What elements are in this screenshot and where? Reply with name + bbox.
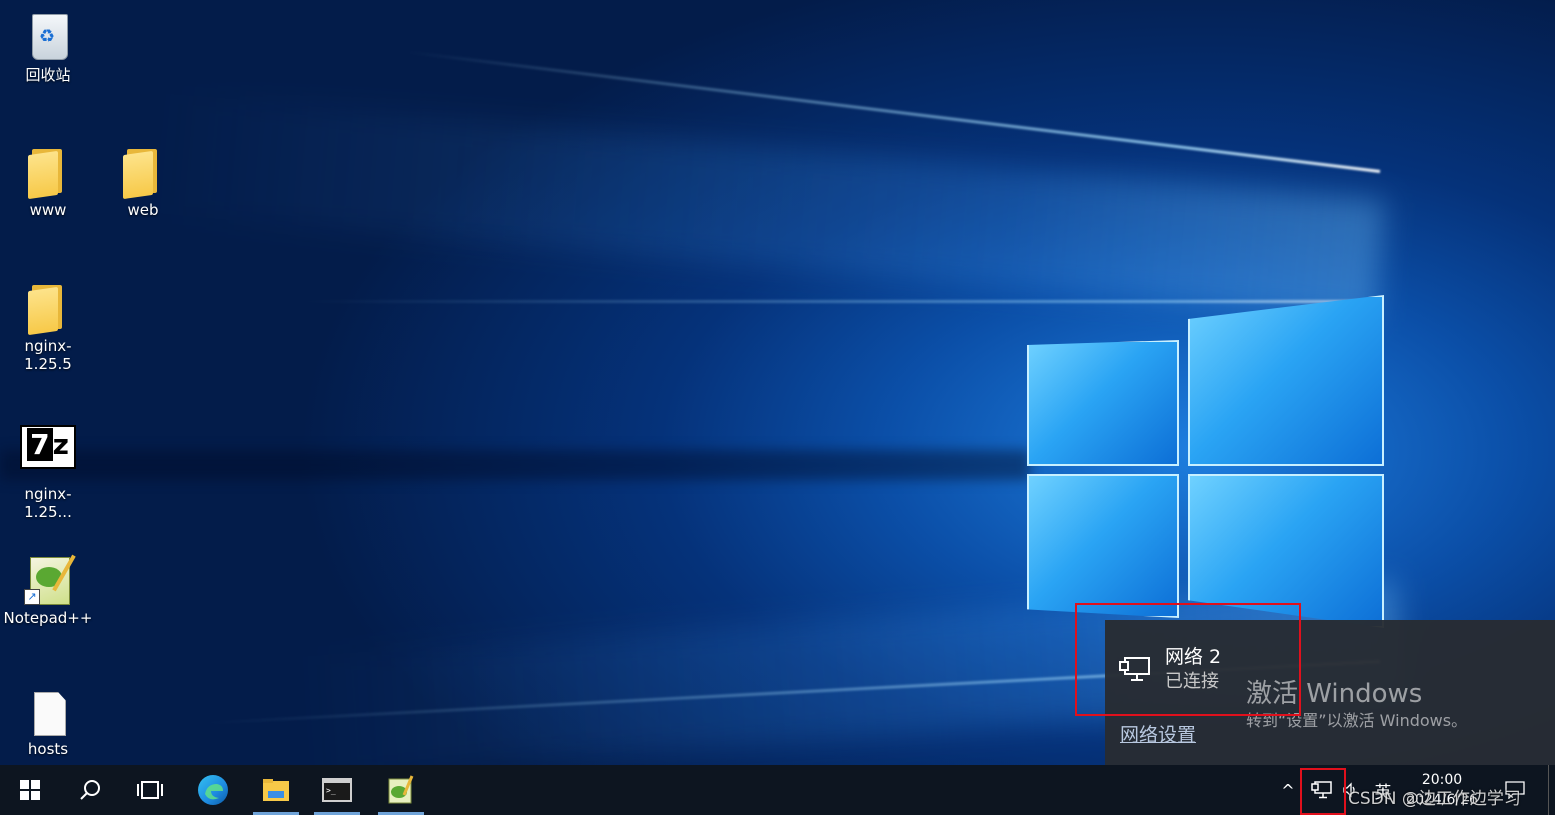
network-settings-link[interactable]: 网络设置	[1120, 720, 1196, 747]
recycle-bin-icon: ♻	[24, 8, 72, 60]
desktop-icon-nginx-folder[interactable]: nginx-1.25.5	[1, 281, 95, 373]
csdn-watermark: CSDN @边工作边学习	[1348, 789, 1521, 809]
file-icon	[24, 690, 72, 742]
notepad-plus-plus-shortcut-icon: ↗	[24, 553, 76, 605]
desktop-icon-label: Notepad++	[3, 609, 93, 627]
desktop-icon-label: 回收站	[25, 66, 71, 84]
desktop-icon-label: web	[127, 201, 159, 219]
highlight-box-network	[1075, 603, 1301, 716]
wallpaper-logo-pane	[1027, 474, 1179, 618]
notepad-plus-plus-icon	[388, 775, 414, 804]
wallpaper-logo-pane	[1188, 295, 1384, 466]
wallpaper-shadow-band	[0, 450, 1030, 480]
folder-icon	[24, 281, 72, 336]
wallpaper-beam	[149, 93, 1386, 320]
folder-icon	[119, 145, 167, 200]
desktop-icon-label: hosts	[27, 740, 69, 758]
highlight-box-tray	[1300, 768, 1346, 815]
file-explorer-icon	[263, 779, 289, 801]
desktop-icon-notepad-plus-plus[interactable]: ↗ Notepad++	[1, 553, 95, 627]
terminal-button[interactable]: >_	[312, 765, 362, 815]
terminal-icon: >_	[322, 778, 352, 802]
desktop-icon-label: nginx-1.25.5	[24, 337, 72, 373]
desktop-icon-www[interactable]: www	[1, 145, 95, 219]
desktop: ♻ 回收站 www web nginx-1.25.5 7z nginx-1.25…	[0, 0, 1555, 815]
show-desktop-button[interactable]	[1548, 765, 1555, 815]
file-explorer-button[interactable]	[251, 765, 301, 815]
7zip-archive-icon: 7z	[20, 425, 76, 469]
wallpaper-beam	[300, 300, 1380, 303]
desktop-icon-label: www	[29, 201, 67, 219]
notepad-plus-plus-button[interactable]	[376, 765, 426, 815]
show-hidden-icons-button[interactable]: ^	[1278, 765, 1298, 815]
search-icon	[80, 780, 100, 800]
edge-button[interactable]	[188, 765, 238, 815]
svg-text:>_: >_	[326, 786, 336, 795]
desktop-icon-label: nginx-1.25...	[24, 485, 72, 521]
desktop-icon-web[interactable]: web	[96, 145, 190, 219]
desktop-icon-recycle-bin[interactable]: ♻ 回收站	[1, 8, 95, 85]
folder-icon	[24, 145, 72, 200]
wallpaper-logo-pane	[1027, 340, 1179, 466]
start-button[interactable]	[5, 765, 55, 815]
edge-icon	[198, 775, 228, 805]
task-view-button[interactable]	[125, 765, 175, 815]
desktop-icon-nginx-archive[interactable]: 7z nginx-1.25...	[1, 425, 95, 521]
desktop-icon-hosts[interactable]: hosts	[1, 690, 95, 758]
search-button[interactable]	[65, 765, 115, 815]
windows-start-icon	[20, 780, 40, 800]
task-view-icon	[137, 781, 163, 799]
